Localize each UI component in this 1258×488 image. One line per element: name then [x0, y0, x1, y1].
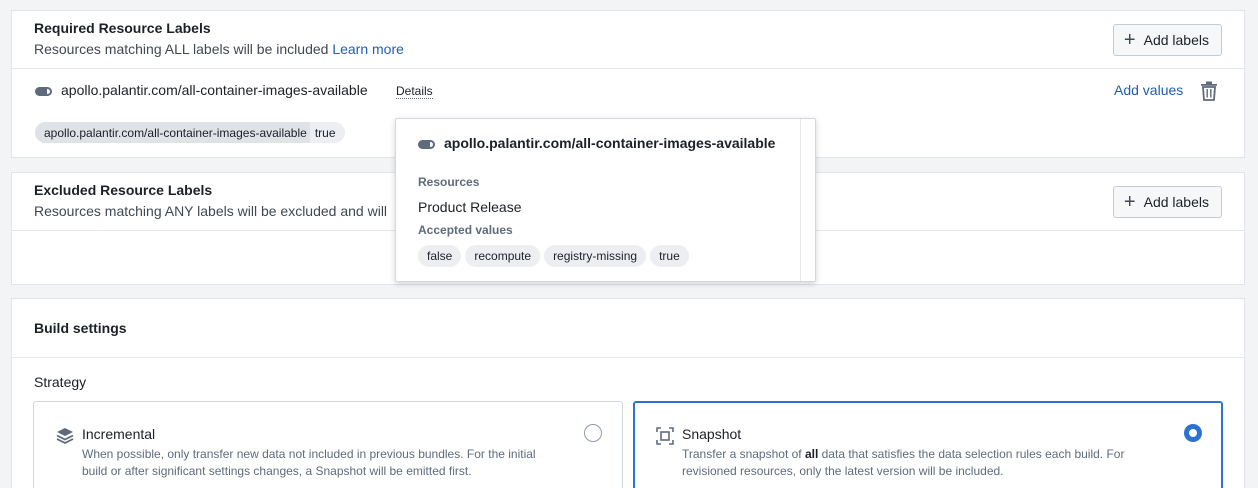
- required-labels-subtitle: Resources matching ALL labels will be in…: [34, 41, 404, 57]
- accepted-values-list: false recompute registry-missing true: [418, 245, 693, 267]
- plus-icon: +: [1123, 29, 1136, 51]
- tag-icon: [418, 140, 435, 149]
- accepted-value-pill: false: [418, 245, 462, 267]
- add-required-labels-button[interactable]: + Add labels: [1112, 24, 1222, 56]
- tag-icon: [35, 87, 52, 96]
- required-labels-subtitle-text: Resources matching ALL labels will be in…: [34, 41, 329, 57]
- add-labels-label: Add labels: [1143, 32, 1209, 48]
- accepted-values-label: Accepted values: [418, 223, 513, 237]
- chip-key: apollo.palantir.com/all-container-images…: [35, 122, 310, 143]
- incremental-radio[interactable]: [584, 424, 602, 442]
- required-labels-title: Required Resource Labels: [34, 20, 211, 36]
- add-excluded-labels-button[interactable]: + Add labels: [1112, 186, 1222, 218]
- layers-icon: [56, 427, 74, 445]
- snapshot-radio[interactable]: [1184, 424, 1202, 442]
- popover-scrollbar[interactable]: [800, 119, 801, 281]
- strategy-label: Strategy: [34, 374, 87, 390]
- label-details-popover: apollo.palantir.com/all-container-images…: [395, 118, 816, 282]
- plus-icon: +: [1123, 191, 1136, 213]
- snapshot-desc-pre: Transfer a snapshot of: [682, 447, 805, 461]
- trash-icon[interactable]: [1200, 81, 1218, 101]
- resources-label: Resources: [418, 175, 480, 189]
- resources-value: Product Release: [418, 199, 522, 215]
- add-labels-label: Add labels: [1143, 194, 1209, 210]
- build-settings-title: Build settings: [34, 320, 127, 336]
- details-link[interactable]: Details: [396, 84, 433, 99]
- label-value-chip: apollo.palantir.com/all-container-images…: [35, 122, 345, 143]
- required-labels-header: Required Resource Labels Resources match…: [12, 11, 1244, 69]
- incremental-option[interactable]: Incremental When possible, only transfer…: [33, 401, 623, 488]
- excluded-labels-subtitle: Resources matching ANY labels will be ex…: [34, 203, 388, 219]
- label-name: apollo.palantir.com/all-container-images…: [61, 82, 368, 98]
- snapshot-desc-bold: all: [804, 447, 819, 461]
- popover-title: apollo.palantir.com/all-container-images…: [444, 135, 776, 151]
- accepted-value-pill: true: [650, 245, 689, 267]
- accepted-value-pill: registry-missing: [544, 245, 647, 267]
- snapshot-option[interactable]: Snapshot Transfer a snapshot of all data…: [633, 401, 1223, 488]
- chip-value: true: [314, 125, 336, 140]
- snapshot-icon: [656, 427, 674, 445]
- accepted-value-pill: recompute: [465, 245, 541, 267]
- snapshot-title: Snapshot: [682, 426, 742, 442]
- incremental-desc: When possible, only transfer new data no…: [82, 447, 536, 478]
- build-settings-header: Build settings: [12, 299, 1244, 358]
- incremental-title: Incremental: [82, 426, 156, 442]
- add-values-link[interactable]: Add values: [1114, 82, 1183, 98]
- learn-more-link[interactable]: Learn more: [332, 41, 404, 57]
- snapshot-desc: Transfer a snapshot of all data that sat…: [682, 446, 1162, 480]
- excluded-labels-title: Excluded Resource Labels: [34, 182, 213, 198]
